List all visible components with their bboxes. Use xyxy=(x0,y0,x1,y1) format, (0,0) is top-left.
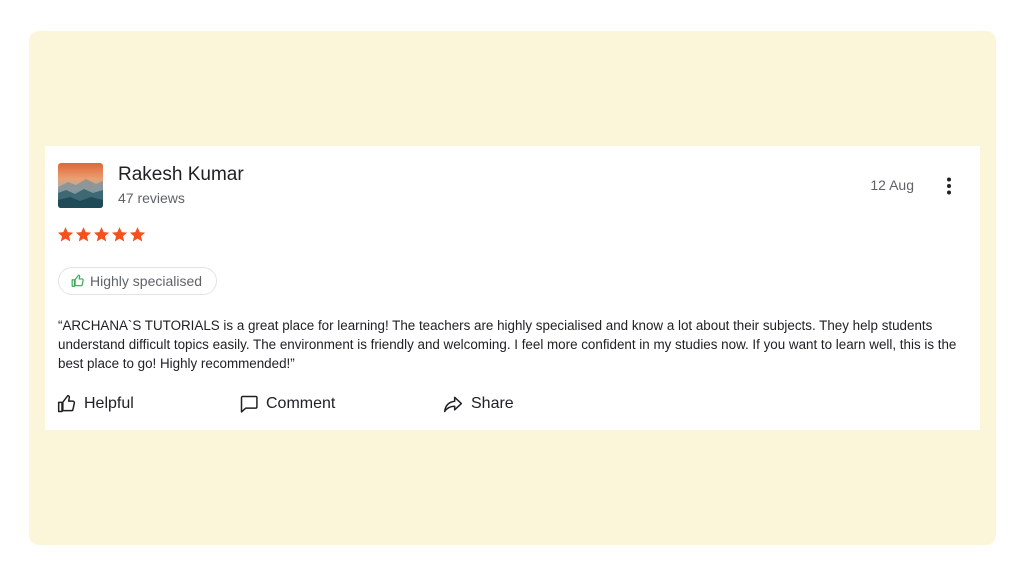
reviewer-name[interactable]: Rakesh Kumar xyxy=(118,164,244,186)
star-rating xyxy=(57,226,146,243)
comment-icon xyxy=(240,395,258,413)
more-vertical-icon xyxy=(947,177,951,195)
star-icon xyxy=(129,227,146,242)
background-panel: Rakesh Kumar 47 reviews 12 Aug Highly sp… xyxy=(29,31,996,545)
highly-specialised-tag[interactable]: Highly specialised xyxy=(58,267,218,295)
thumbs-up-icon xyxy=(71,274,84,287)
helpful-label: Helpful xyxy=(84,395,134,412)
review-card: Rakesh Kumar 47 reviews 12 Aug Highly sp… xyxy=(45,146,980,430)
star-icon xyxy=(57,227,74,242)
review-count: 47 reviews xyxy=(118,190,185,206)
star-icon xyxy=(111,227,128,242)
more-options-button[interactable] xyxy=(938,174,960,198)
avatar-landscape-image xyxy=(58,163,103,208)
avatar[interactable] xyxy=(58,163,103,208)
comment-button[interactable]: Comment xyxy=(239,394,335,414)
tag-label: Highly specialised xyxy=(90,273,203,289)
share-button[interactable]: Share xyxy=(442,394,514,414)
review-date: 12 Aug xyxy=(870,177,914,193)
star-icon xyxy=(75,227,92,242)
comment-label: Comment xyxy=(266,395,336,412)
helpful-button[interactable]: Helpful xyxy=(57,394,134,414)
review-text: “ARCHANA`S TUTORIALS is a great place fo… xyxy=(58,318,957,371)
review-actions: Helpful Comment Share xyxy=(57,394,957,418)
share-icon xyxy=(443,396,463,413)
star-icon xyxy=(93,227,110,242)
thumbs-up-icon xyxy=(57,394,76,413)
share-label: Share xyxy=(471,395,514,412)
